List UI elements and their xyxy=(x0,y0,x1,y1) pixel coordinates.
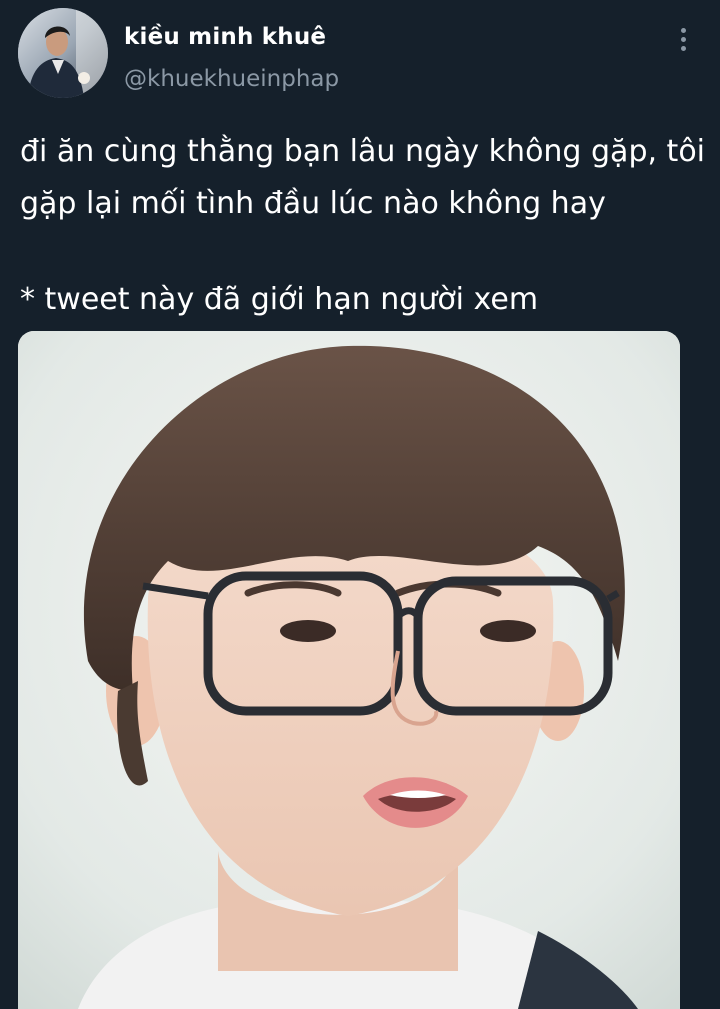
display-name[interactable]: kiều minh khuê xyxy=(124,24,326,50)
photo-portrait xyxy=(18,331,680,1009)
more-vertical-icon-dot xyxy=(680,36,686,42)
more-options-button[interactable] xyxy=(668,24,698,54)
more-vertical-icon-dot xyxy=(680,45,686,51)
user-handle[interactable]: @khuekhueinphap xyxy=(124,66,339,92)
tweet-text-line: đi ăn cùng thằng bạn lâu ngày không gặp,… xyxy=(20,134,706,169)
tweet-media-photo[interactable] xyxy=(18,331,680,1009)
tweet-text: đi ăn cùng thằng bạn lâu ngày không gặp,… xyxy=(20,126,710,326)
avatar[interactable] xyxy=(18,8,108,98)
more-vertical-icon xyxy=(680,27,686,33)
tweet-text-line: gặp lại mối tình đầu lúc nào không hay xyxy=(20,186,606,221)
tweet: kiều minh khuê @khuekhueinphap đi ăn cùn… xyxy=(0,0,720,1009)
tweet-note: * tweet này đã giới hạn người xem xyxy=(20,282,539,317)
avatar-image xyxy=(18,8,108,98)
